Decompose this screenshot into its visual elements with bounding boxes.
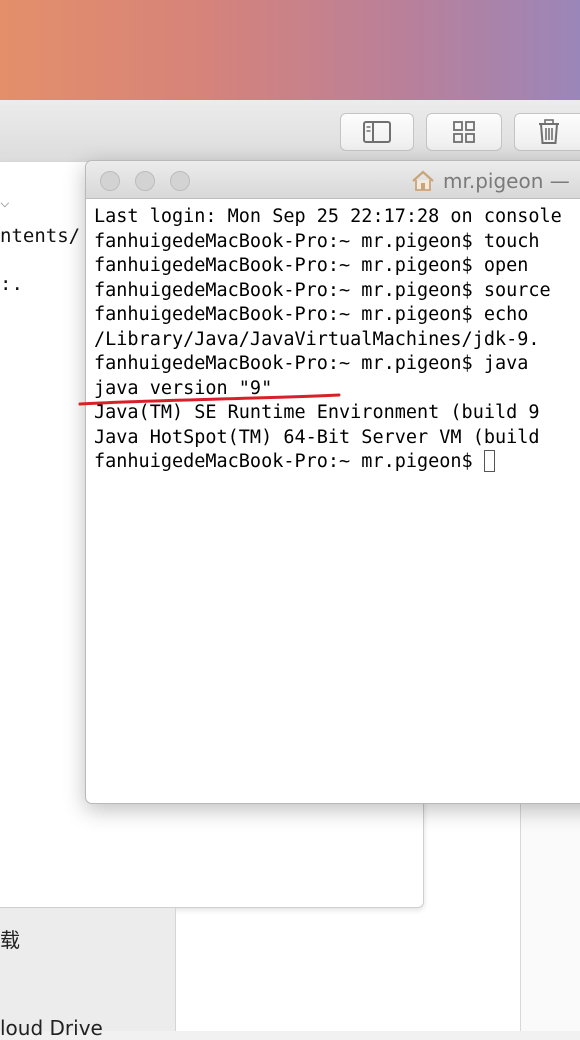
red-underline-annotation <box>78 393 341 406</box>
annotation-overlay <box>78 393 341 406</box>
